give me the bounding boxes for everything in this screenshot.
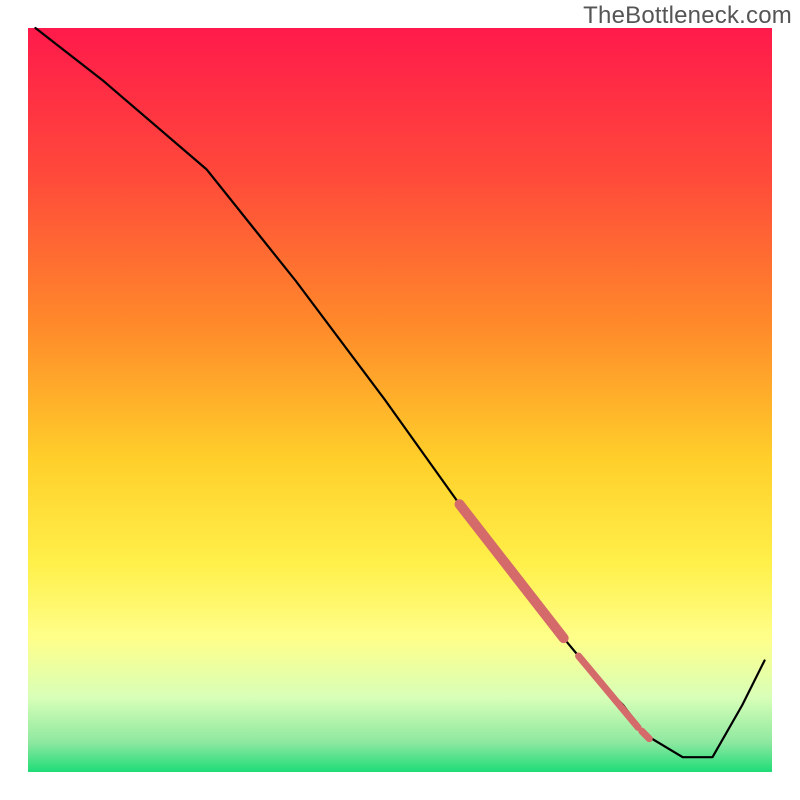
chart-canvas bbox=[0, 0, 800, 800]
chart-root: TheBottleneck.com bbox=[0, 0, 800, 800]
plot-background bbox=[28, 28, 772, 772]
watermark-text: TheBottleneck.com bbox=[583, 2, 792, 30]
